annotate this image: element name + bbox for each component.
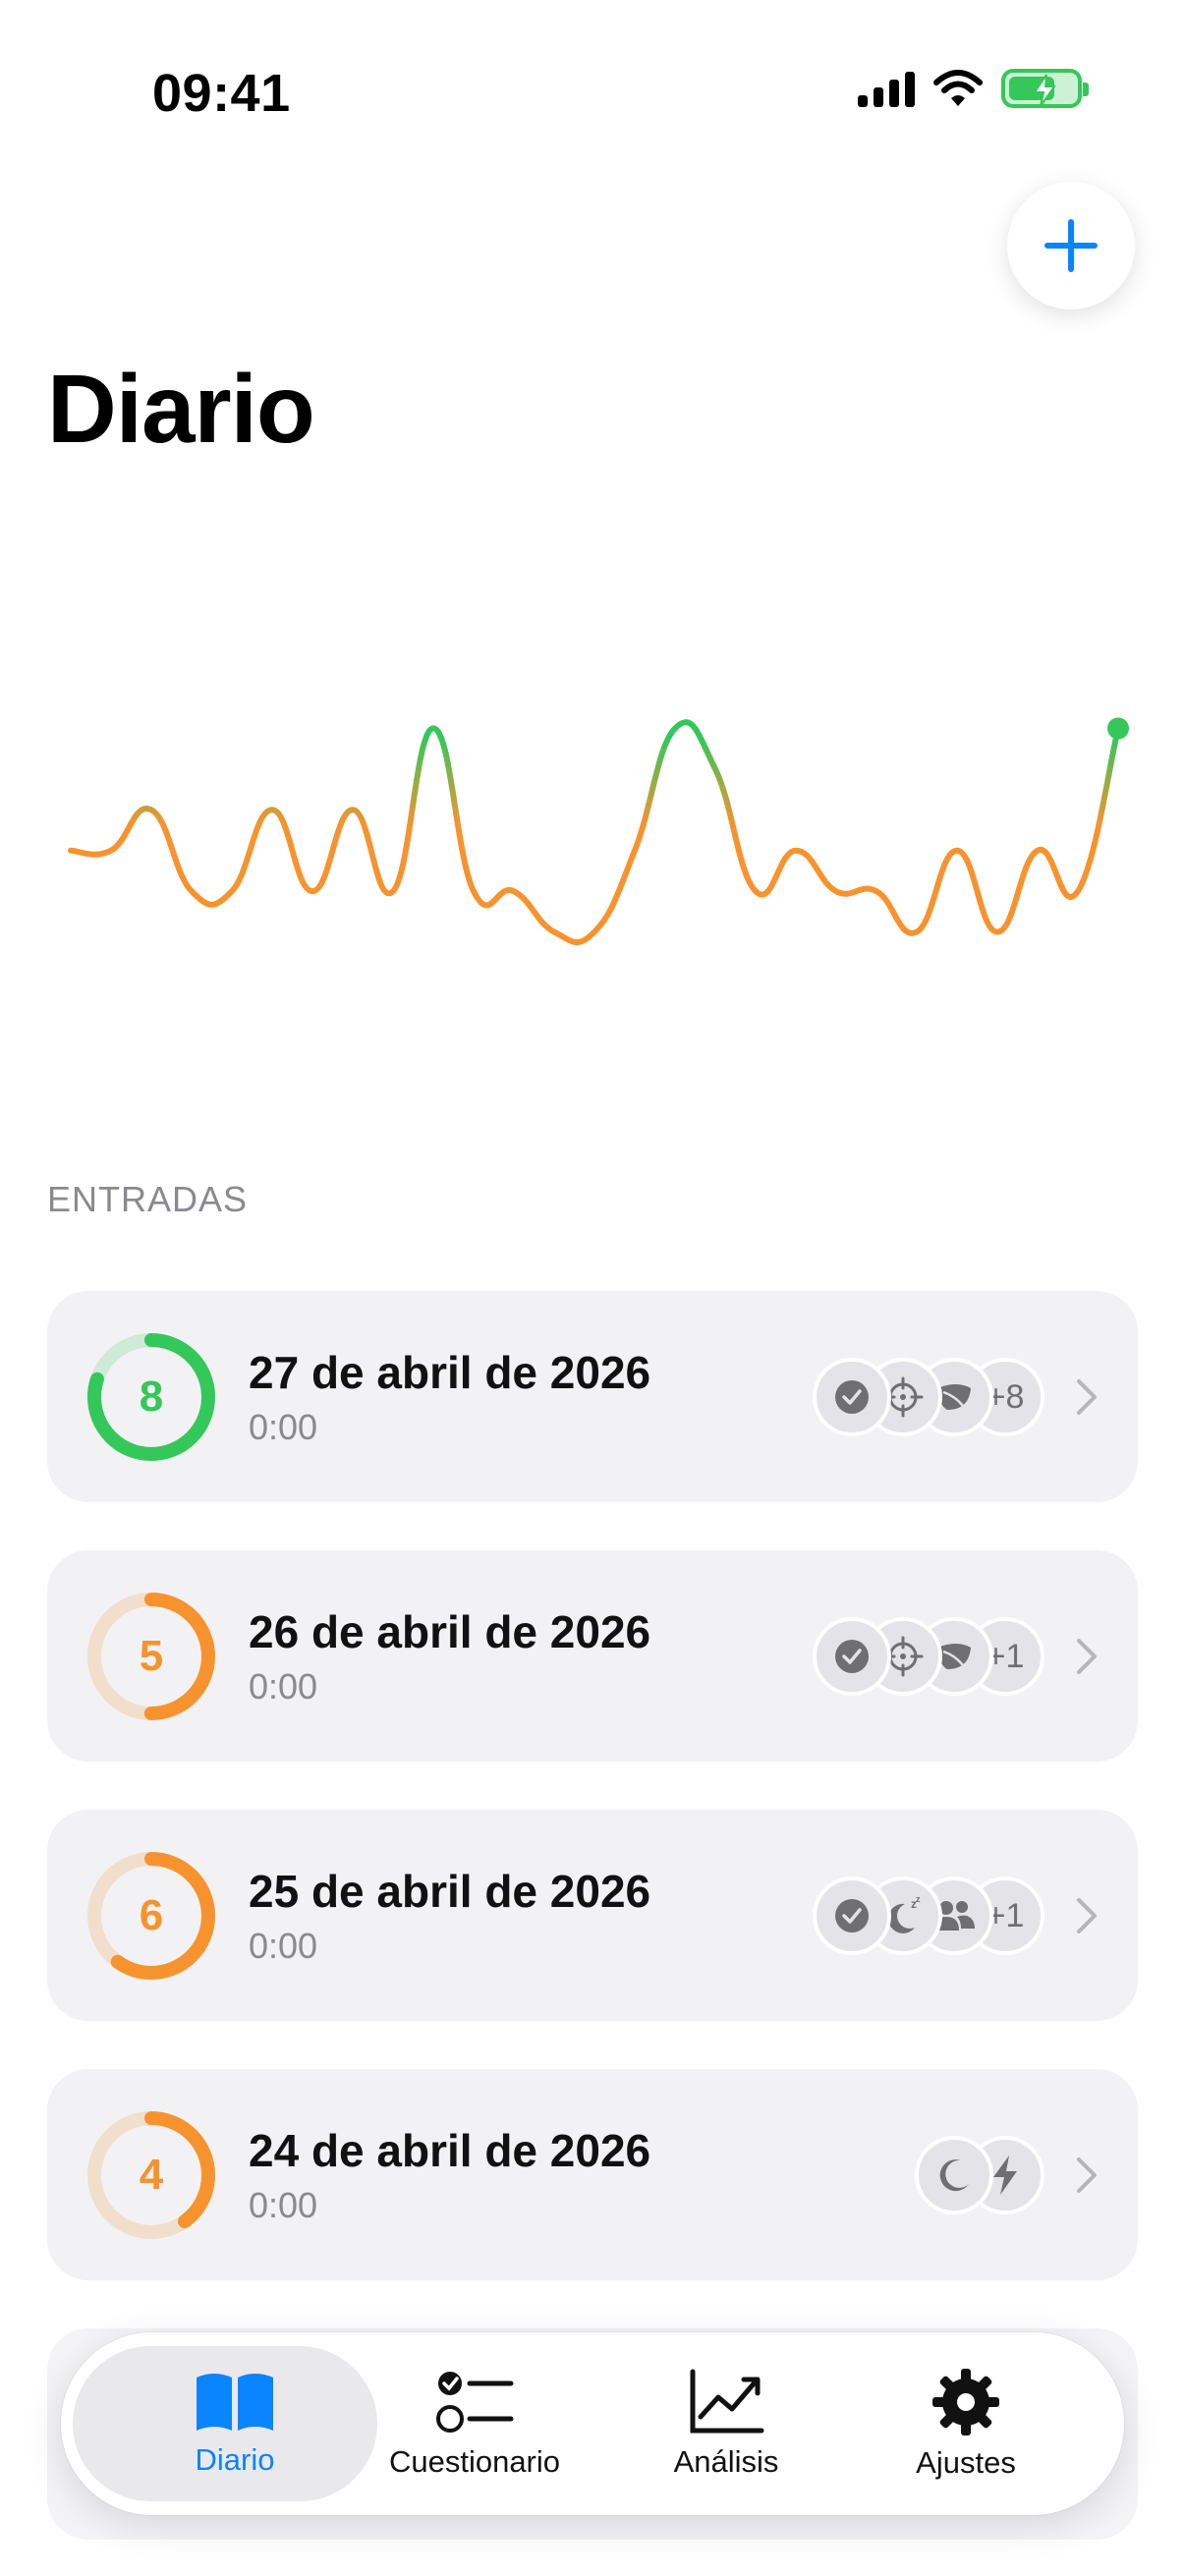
tab-ajustes[interactable]: Ajustes — [882, 2332, 1049, 2515]
score-value: 4 — [139, 2151, 164, 2199]
plus-icon — [1044, 219, 1098, 272]
entry-tags: +8 — [813, 1358, 1044, 1436]
book-icon — [197, 2374, 273, 2431]
page-title: Diario — [47, 355, 315, 463]
mood-series-line — [68, 719, 1121, 945]
add-entry-button[interactable] — [1007, 182, 1135, 309]
entry-tags: +1 z z — [813, 1876, 1044, 1955]
entry-card[interactable]: 8 27 de abril de 2026 0:00 +8 — [47, 1291, 1138, 1502]
entry-date: 24 de abril de 2026 — [249, 2125, 651, 2176]
wifi-icon — [933, 70, 983, 106]
entry-time: 0:00 — [249, 1926, 318, 1966]
gear-icon — [932, 2369, 999, 2436]
entry-date: 27 de abril de 2026 — [249, 1347, 651, 1398]
tab-cuestionario[interactable]: Cuestionario — [371, 2332, 578, 2515]
entry-tags — [915, 2136, 1044, 2214]
score-value: 5 — [139, 1632, 164, 1680]
entry-date: 26 de abril de 2026 — [249, 1606, 651, 1657]
entry-time: 0:00 — [249, 1666, 318, 1707]
status-icons — [858, 69, 1089, 108]
battery-icon — [1001, 69, 1089, 108]
svg-text:z: z — [916, 1894, 921, 1904]
cellular-signal-icon — [858, 70, 915, 107]
entry-tags: +1 — [813, 1617, 1044, 1696]
check-circle-icon — [813, 1358, 891, 1436]
tab-diario[interactable]: Diario — [151, 2332, 318, 2515]
tab-bar: Diario Cuestionario Análisis Ajustes — [61, 2332, 1124, 2515]
entry-card[interactable]: 4 24 de abril de 2026 0:00 — [47, 2069, 1138, 2280]
tab-label: Ajustes — [916, 2445, 1016, 2480]
section-header-entries: ENTRADAS — [47, 1179, 249, 1219]
charging-bolt-icon — [1033, 74, 1056, 107]
chevron-right-icon — [1077, 1898, 1097, 1933]
check-circle-icon — [813, 1876, 891, 1955]
chevron-right-icon — [1077, 2157, 1097, 2193]
entry-time: 0:00 — [249, 2185, 318, 2225]
check-circle-icon — [813, 1617, 891, 1696]
checklist-icon — [436, 2372, 514, 2433]
entry-date: 25 de abril de 2026 — [249, 1866, 651, 1917]
tab-label: Cuestionario — [388, 2444, 561, 2479]
score-value: 6 — [139, 1891, 164, 1939]
entry-card[interactable]: 5 26 de abril de 2026 0:00 +1 — [47, 1550, 1138, 1762]
moon-icon — [915, 2136, 993, 2214]
tab-label: Análisis — [673, 2444, 779, 2479]
chart-line-icon — [690, 2369, 764, 2434]
chevron-right-icon — [1077, 1639, 1097, 1674]
mood-line-chart — [68, 717, 1129, 945]
tab-analisis[interactable]: Análisis — [643, 2332, 810, 2515]
tab-label: Diario — [195, 2442, 275, 2477]
status-time: 09:41 — [152, 64, 291, 123]
entry-time: 0:00 — [249, 1407, 318, 1447]
chevron-right-icon — [1077, 1379, 1097, 1415]
score-value: 8 — [139, 1372, 164, 1421]
status-bar: 09:41 — [0, 0, 1185, 187]
latest-data-point — [1107, 717, 1129, 740]
entry-card[interactable]: 6 25 de abril de 2026 0:00 +1 z z — [47, 1810, 1138, 2021]
